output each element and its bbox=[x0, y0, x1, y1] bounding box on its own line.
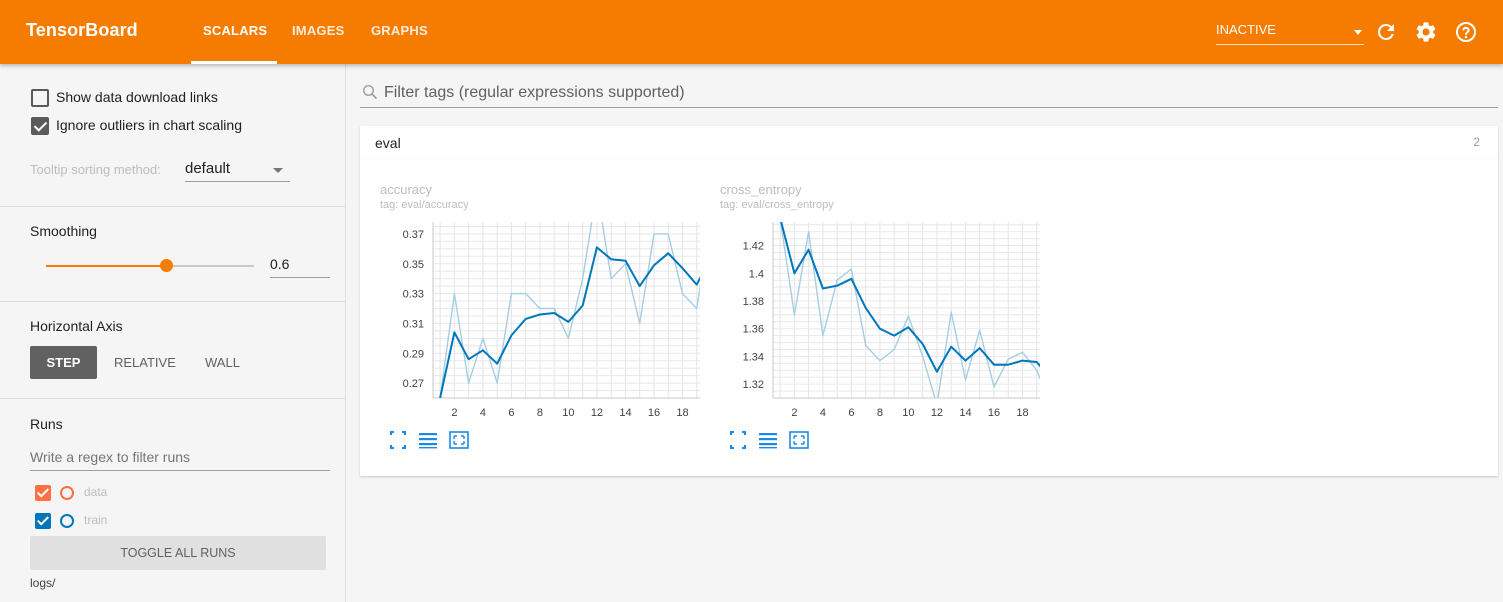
fit-domain-icon[interactable] bbox=[448, 430, 470, 450]
x-tick-label: 16 bbox=[648, 407, 660, 419]
toggle-log-scale-icon[interactable] bbox=[757, 430, 779, 450]
divider bbox=[0, 398, 346, 399]
tag-group-header[interactable]: eval 2 bbox=[360, 126, 1498, 160]
smoothing-slider-fill bbox=[46, 265, 166, 267]
run-checkbox-data[interactable] bbox=[35, 485, 51, 501]
run-status-value: INACTIVE bbox=[1216, 22, 1276, 37]
chart-card-cross-entropy: cross_entropy tag: eval/cross_entropy 1.… bbox=[700, 160, 1040, 460]
run-checkbox-train[interactable] bbox=[35, 513, 51, 529]
x-tick-label: 12 bbox=[591, 407, 603, 419]
top-app-bar: TensorBoard SCALARS IMAGES GRAPHS INACTI… bbox=[0, 0, 1503, 64]
x-tick-label: 14 bbox=[619, 407, 631, 419]
tag-group-name: eval bbox=[375, 135, 401, 151]
y-tick-label: 1.4 bbox=[749, 268, 764, 280]
tab-scalars[interactable]: SCALARS bbox=[203, 23, 267, 38]
smoothing-title: Smoothing bbox=[30, 223, 97, 239]
show-download-links-checkbox[interactable] bbox=[31, 89, 49, 107]
chart-cards-container: accuracy tag: eval/accuracy 0.27 0.29 0.31… bbox=[360, 160, 1498, 476]
run-label-train: train bbox=[84, 513, 108, 527]
x-tick-label: 8 bbox=[877, 407, 883, 419]
y-tick-label: 0.37 bbox=[403, 229, 424, 241]
tag-group-count: 2 bbox=[1473, 135, 1480, 149]
tooltip-sorting-label: Tooltip sorting method: bbox=[30, 162, 161, 177]
axis-wall-button[interactable]: WALL bbox=[205, 355, 240, 370]
x-tick-label: 10 bbox=[562, 407, 574, 419]
tab-images[interactable]: IMAGES bbox=[292, 23, 344, 38]
y-tick-label: 0.33 bbox=[403, 289, 424, 301]
y-tick-label: 1.42 bbox=[743, 241, 764, 253]
x-tick-label: 6 bbox=[848, 407, 854, 419]
x-tick-label: 2 bbox=[451, 407, 457, 419]
y-tick-label: 0.27 bbox=[403, 378, 424, 390]
divider bbox=[0, 301, 346, 302]
toggle-log-scale-icon[interactable] bbox=[417, 430, 439, 450]
horizontal-axis-title: Horizontal Axis bbox=[30, 318, 123, 334]
y-tick-label: 1.32 bbox=[743, 379, 764, 391]
x-tick-label: 14 bbox=[959, 407, 971, 419]
chart-cross-entropy: 1.32 1.34 1.36 1.38 1.4 1.42 2 4 6 8 10 12 14 16 18 bbox=[743, 222, 1040, 419]
x-tick-label: 16 bbox=[988, 407, 1000, 419]
fit-domain-icon[interactable] bbox=[788, 430, 810, 450]
tag-filter-input[interactable]: Filter tags (regular expressions support… bbox=[360, 78, 1498, 108]
y-tick-label: 0.35 bbox=[403, 259, 424, 271]
sidebar: Show data download links Ignore outliers… bbox=[0, 64, 346, 602]
ignore-outliers-checkbox[interactable] bbox=[31, 117, 49, 135]
x-tick-label: 4 bbox=[820, 407, 826, 419]
ignore-outliers-label[interactable]: Ignore outliers in chart scaling bbox=[56, 117, 242, 133]
settings-gear-icon[interactable] bbox=[1414, 20, 1438, 44]
chart-card-accuracy: accuracy tag: eval/accuracy 0.27 0.29 0.31… bbox=[360, 160, 700, 460]
y-tick-label: 1.36 bbox=[743, 324, 764, 336]
x-tick-label: 12 bbox=[931, 407, 943, 419]
run-color-circle-icon bbox=[60, 514, 74, 528]
app-title: TensorBoard bbox=[26, 20, 138, 40]
tab-graphs[interactable]: GRAPHS bbox=[371, 23, 428, 38]
main-content: Filter tags (regular expressions support… bbox=[346, 64, 1503, 602]
x-tick-label: 4 bbox=[480, 407, 486, 419]
x-tick-label: 18 bbox=[1016, 407, 1028, 419]
y-tick-label: 1.38 bbox=[743, 296, 764, 308]
help-icon[interactable] bbox=[1454, 20, 1478, 44]
axis-step-button[interactable]: STEP bbox=[30, 346, 97, 379]
fullscreen-icon[interactable] bbox=[727, 430, 749, 450]
axis-relative-button[interactable]: RELATIVE bbox=[114, 355, 176, 370]
smoothing-value: 0.6 bbox=[270, 256, 290, 272]
tooltip-sorting-select[interactable]: default bbox=[185, 160, 290, 182]
divider bbox=[0, 206, 346, 207]
tag-filter-placeholder: Filter tags (regular expressions support… bbox=[384, 84, 685, 101]
chart-accuracy: 0.27 0.29 0.31 0.33 0.35 0.37 2 4 6 8 10 12 14 16 18 bbox=[403, 222, 700, 419]
run-status-dropdown[interactable]: INACTIVE bbox=[1216, 21, 1364, 45]
toggle-all-runs-button[interactable]: TOGGLE ALL RUNS bbox=[30, 536, 326, 570]
fullscreen-icon[interactable] bbox=[387, 430, 409, 450]
dropdown-caret-icon bbox=[1354, 30, 1362, 35]
run-label-data: data bbox=[84, 485, 108, 499]
x-tick-label: 18 bbox=[676, 407, 688, 419]
smoothing-value-input[interactable]: 0.6 bbox=[270, 255, 330, 278]
x-tick-label: 6 bbox=[508, 407, 514, 419]
active-tab-indicator bbox=[191, 61, 277, 64]
series-smoothed-line bbox=[780, 222, 1040, 373]
run-color-circle-icon bbox=[60, 486, 74, 500]
x-tick-label: 8 bbox=[537, 407, 543, 419]
runs-filter-placeholder: Write a regex to filter runs bbox=[30, 449, 191, 465]
y-tick-label: 0.31 bbox=[403, 318, 424, 330]
smoothing-slider-track[interactable] bbox=[46, 265, 254, 267]
search-icon bbox=[362, 84, 378, 105]
y-tick-label: 1.34 bbox=[743, 351, 764, 363]
chevron-down-icon bbox=[273, 168, 283, 173]
y-tick-label: 0.29 bbox=[403, 348, 424, 360]
x-tick-label: 2 bbox=[791, 407, 797, 419]
runs-title: Runs bbox=[30, 416, 63, 432]
smoothing-slider-handle[interactable] bbox=[159, 259, 173, 272]
log-directory: logs/ bbox=[30, 576, 56, 590]
x-tick-label: 10 bbox=[902, 407, 914, 419]
runs-filter-input[interactable]: Write a regex to filter runs bbox=[30, 447, 330, 471]
show-download-links-label[interactable]: Show data download links bbox=[56, 89, 218, 105]
refresh-icon[interactable] bbox=[1374, 20, 1398, 44]
tooltip-sorting-value: default bbox=[185, 160, 231, 177]
